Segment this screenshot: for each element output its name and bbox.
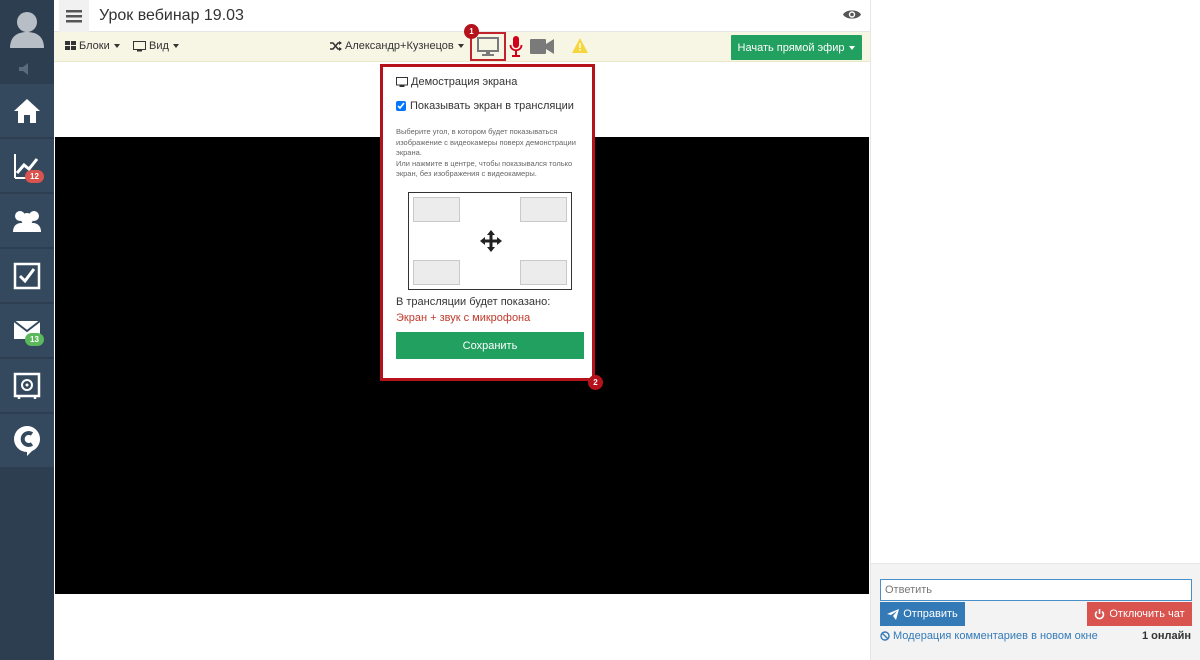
sidebar-item-stats[interactable]: 12 xyxy=(0,138,54,192)
notification-badge: 13 xyxy=(25,333,44,346)
move-arrows-icon xyxy=(480,230,502,252)
popup-title: Демострация экрана xyxy=(396,76,517,88)
step-marker-1: 1 xyxy=(464,24,479,39)
moderation-link[interactable]: Модерация комментариев в новом окне xyxy=(880,630,1098,642)
start-live-label: Начать прямой эфир xyxy=(737,41,845,54)
chat-footer: Отправить Отключить чат Модерация коммен… xyxy=(871,563,1200,660)
speaker-icon xyxy=(19,63,28,75)
corner-bottom-right[interactable] xyxy=(520,260,567,285)
start-live-button[interactable]: Начать прямой эфир xyxy=(731,35,862,60)
left-sidebar: 12 13 xyxy=(0,0,54,660)
home-icon xyxy=(14,98,40,123)
warning-indicator[interactable] xyxy=(572,38,588,56)
c-logo-icon xyxy=(14,425,40,456)
sidebar-item-brand[interactable] xyxy=(0,413,54,467)
step-marker-2: 2 xyxy=(588,375,603,390)
view-dropdown[interactable]: Вид xyxy=(133,40,179,52)
description-line-1: Выберите угол, в котором будет показыват… xyxy=(396,127,576,157)
chevron-down-icon xyxy=(113,44,120,48)
blocks-label: Блоки xyxy=(79,40,110,52)
sound-toggle[interactable] xyxy=(0,55,54,83)
camera-button[interactable] xyxy=(530,39,554,57)
description-line-2: Или нажмите в центре, чтобы показывался … xyxy=(396,158,573,179)
chevron-down-icon xyxy=(849,45,856,50)
checkbox-icon xyxy=(13,262,41,289)
screen-share-popup: Демострация экрана Показывать экран в тр… xyxy=(380,64,595,381)
chevron-down-icon xyxy=(457,44,464,48)
chevron-down-icon xyxy=(172,44,179,48)
show-screen-check-input[interactable] xyxy=(396,101,406,111)
show-screen-label: Показывать экран в трансляции xyxy=(410,100,574,112)
sidebar-item-mail[interactable]: 13 xyxy=(0,303,54,357)
avatar[interactable] xyxy=(0,0,54,55)
sidebar-item-tasks[interactable] xyxy=(0,248,54,302)
title-bar: Урок вебинар 19.03 xyxy=(54,0,870,32)
online-count: 1 онлайн xyxy=(1141,630,1191,642)
sidebar-item-safe[interactable] xyxy=(0,358,54,412)
grid-icon xyxy=(65,41,76,50)
chat-panel: Отправить Отключить чат Модерация коммен… xyxy=(870,0,1200,660)
preview-button[interactable] xyxy=(842,8,862,24)
reply-input[interactable] xyxy=(880,579,1192,601)
disable-chat-button[interactable]: Отключить чат xyxy=(1087,602,1192,626)
monitor-icon xyxy=(133,40,146,51)
moderation-label: Модерация комментариев в новом окне xyxy=(893,630,1098,642)
monitor-icon xyxy=(477,37,499,56)
center-option[interactable] xyxy=(480,230,502,255)
show-screen-checkbox[interactable]: Показывать экран в трансляции xyxy=(396,100,574,112)
corner-top-right[interactable] xyxy=(520,197,567,222)
popup-description: Выберите угол, в котором будет показыват… xyxy=(396,127,591,180)
users-icon xyxy=(13,210,41,232)
send-label: Отправить xyxy=(903,608,958,620)
save-button[interactable]: Сохранить xyxy=(396,332,584,359)
user-avatar-icon xyxy=(10,11,44,48)
paper-plane-icon xyxy=(887,608,900,620)
speakers-dropdown[interactable]: Александр+Кузнецов xyxy=(330,40,464,52)
eye-icon xyxy=(843,10,861,19)
shuffle-icon xyxy=(330,41,342,51)
broadcast-result-value: Экран + звук с микрофона xyxy=(396,312,531,324)
microphone-icon xyxy=(509,36,523,57)
menu-button[interactable] xyxy=(59,0,89,32)
video-camera-icon xyxy=(530,39,554,54)
corner-top-left[interactable] xyxy=(413,197,460,222)
popup-title-text: Демострация экрана xyxy=(411,76,518,88)
broadcast-result-label: В трансляции будет показано: xyxy=(396,296,551,308)
camera-position-picker xyxy=(408,192,572,290)
blocks-dropdown[interactable]: Блоки xyxy=(65,40,120,52)
disable-chat-label: Отключить чат xyxy=(1109,608,1185,620)
hamburger-icon xyxy=(66,9,82,22)
speakers-label: Александр+Кузнецов xyxy=(345,40,454,52)
power-icon xyxy=(1095,608,1105,619)
corner-bottom-left[interactable] xyxy=(413,260,460,285)
send-button[interactable]: Отправить xyxy=(880,602,965,626)
monitor-icon xyxy=(396,76,408,87)
toolbar: Блоки Вид Александр+Кузнецов Начать прям… xyxy=(54,32,872,62)
sidebar-item-users[interactable] xyxy=(0,193,54,247)
warning-icon xyxy=(572,38,588,53)
view-label: Вид xyxy=(149,40,169,52)
microphone-button[interactable] xyxy=(509,36,523,60)
sidebar-item-home[interactable] xyxy=(0,83,54,137)
notification-badge: 12 xyxy=(25,170,44,183)
ban-icon xyxy=(880,631,890,641)
safe-icon xyxy=(13,372,41,399)
sidebar-empty xyxy=(0,467,54,660)
page-title: Урок вебинар 19.03 xyxy=(99,7,244,24)
